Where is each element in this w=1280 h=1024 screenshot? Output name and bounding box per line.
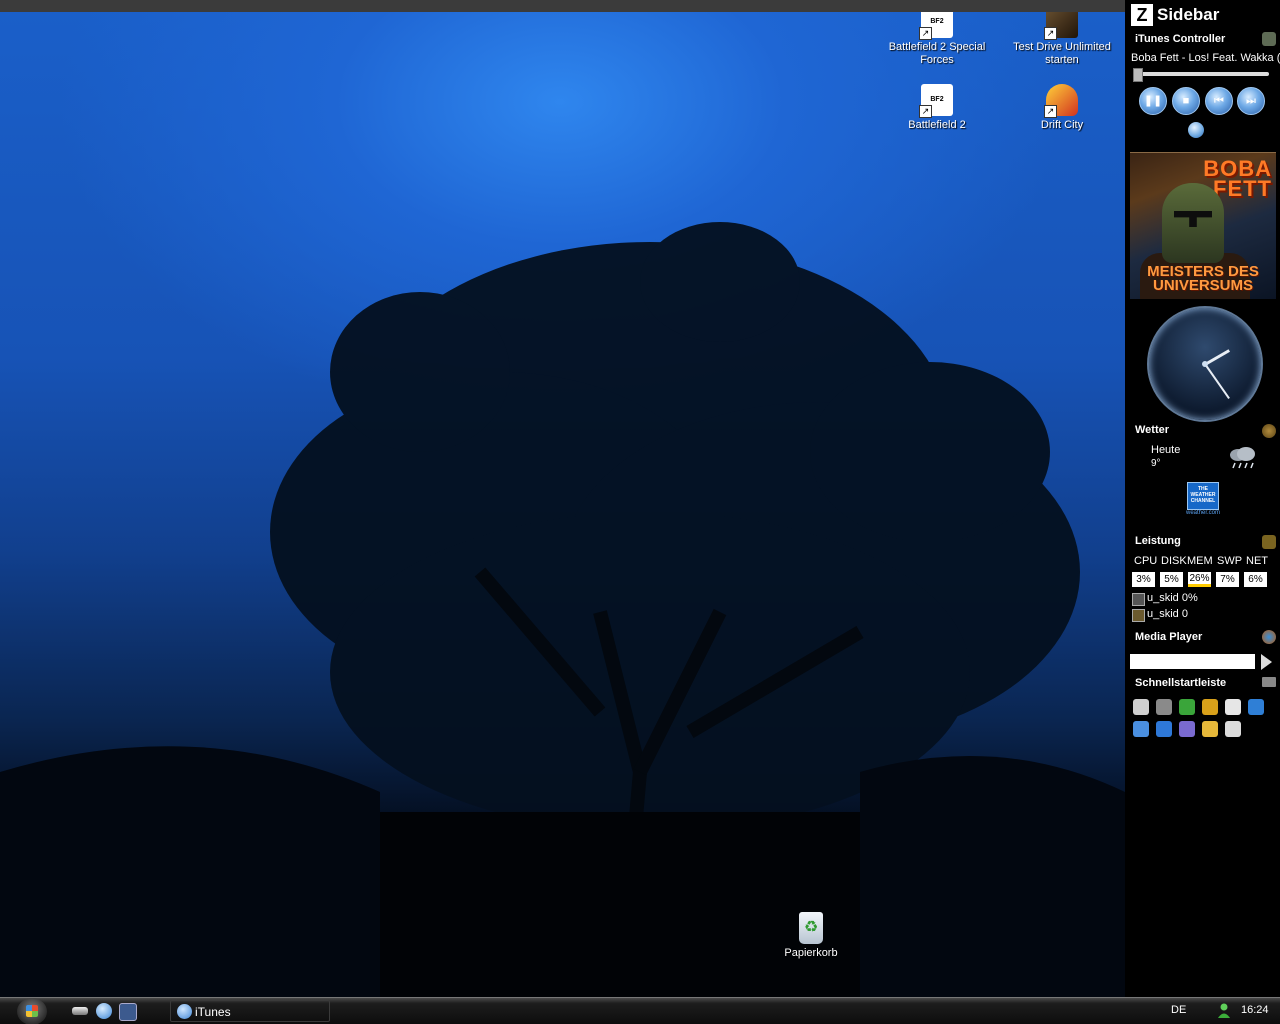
quicktime-icon[interactable] xyxy=(1156,721,1172,737)
media-player-icon[interactable] xyxy=(1202,721,1218,737)
perf-header-mem: MEM xyxy=(1187,555,1213,567)
weather-day: Heute xyxy=(1151,444,1181,456)
headphones-quicklaunch-icon[interactable] xyxy=(119,1003,137,1021)
show-desktop-icon[interactable] xyxy=(1133,699,1149,715)
headphones-icon[interactable] xyxy=(1179,721,1195,737)
album-art-bottom-text: MEISTERS DES UNIVERSUMS xyxy=(1147,263,1259,294)
desktop-icon-label: Battlefield 2 xyxy=(908,119,966,131)
media-player-play-icon[interactable] xyxy=(1261,654,1272,670)
perf-value-mem: 26% xyxy=(1188,572,1211,587)
bat-icon[interactable] xyxy=(1202,699,1218,715)
user-tray-icon[interactable] xyxy=(1218,1003,1230,1018)
perf-value-disk: 5% xyxy=(1160,572,1183,587)
desktop-icon-drift-city[interactable]: ↗ Drift City xyxy=(1010,84,1114,132)
process-cpu-top: u_skid 0% xyxy=(1147,592,1198,604)
process-disk-top: u_skid 0 xyxy=(1147,608,1188,620)
shortcut-arrow-icon: ↗ xyxy=(1044,27,1057,40)
battlefield-2-sf-icon: BF2 ↗ xyxy=(919,12,953,40)
desktop-icon-label: Papierkorb xyxy=(784,947,838,959)
weather-title: Wetter xyxy=(1135,424,1170,436)
disk-icon xyxy=(1132,609,1145,622)
perf-header-net: NET xyxy=(1246,555,1268,567)
sidebar-logo-icon: Z xyxy=(1131,4,1153,26)
recycle-bin-icon: ♻ xyxy=(799,912,823,944)
clock-center xyxy=(1202,361,1208,367)
wallpaper-tree xyxy=(0,222,1125,997)
perf-header-cpu: CPU xyxy=(1134,555,1158,567)
seek-handle[interactable] xyxy=(1133,68,1143,82)
itunes-track-title: Boba Fett - Los! Feat. Wakka (Remix) xyxy=(1131,52,1280,64)
drift-city-icon: ↗ xyxy=(1044,84,1078,118)
desktop-icon-battlefield-2[interactable]: BF2 ↗ Battlefield 2 xyxy=(885,84,989,132)
media-player-settings-icon[interactable] xyxy=(1262,630,1276,644)
desktop[interactable]: BF2 ↗ Battlefield 2 Special Forces ↗ Tes… xyxy=(0,12,1125,997)
rain-cloud-icon xyxy=(1230,447,1255,469)
performance-title: Leistung xyxy=(1135,535,1181,547)
weather-temperature: 9° xyxy=(1151,458,1161,469)
window-icon[interactable] xyxy=(1225,721,1241,737)
quicklaunch-settings-icon[interactable] xyxy=(1262,677,1276,687)
desktop-icon-battlefield-2-sf[interactable]: BF2 ↗ Battlefield 2 Special Forces xyxy=(885,12,989,67)
next-icon: ⏭ xyxy=(1246,95,1256,107)
start-button[interactable] xyxy=(17,998,47,1024)
taskbar: iTunes DE 16:24 xyxy=(0,997,1280,1024)
shortcut-arrow-icon: ↗ xyxy=(919,105,932,118)
desktop-icon-label: Battlefield 2 Special Forces xyxy=(888,41,986,66)
language-indicator[interactable]: DE xyxy=(1171,1004,1186,1016)
sidebar-header[interactable]: Z Sidebar xyxy=(1131,4,1219,26)
clock-time[interactable]: 16:24 xyxy=(1241,1004,1269,1016)
itunes-icon xyxy=(177,1004,192,1019)
desktop-icon-recycle-bin[interactable]: ♻ Papierkorb xyxy=(759,912,863,960)
perf-value-net: 6% xyxy=(1244,572,1267,587)
battlefield-2-icon: BF2 ↗ xyxy=(919,84,953,118)
quicklaunch-title: Schnellstartleiste xyxy=(1135,677,1227,689)
weather-settings-icon[interactable] xyxy=(1262,424,1276,438)
itunes-quicklaunch-icon[interactable] xyxy=(96,1003,112,1019)
media-player-progress[interactable] xyxy=(1130,654,1255,669)
pause-button[interactable]: ❚❚ xyxy=(1139,87,1167,115)
rocket-icon[interactable] xyxy=(1156,699,1172,715)
clock-minute-hand xyxy=(1204,363,1230,399)
sidebar-title: Sidebar xyxy=(1157,5,1220,24)
itunes-controller-title: iTunes Controller xyxy=(1135,33,1226,45)
taskbar-button-itunes[interactable]: iTunes xyxy=(170,1000,330,1022)
stop-icon: ■ xyxy=(1182,95,1190,107)
weather-url[interactable]: weather.com xyxy=(1181,510,1225,516)
show-desktop-icon[interactable] xyxy=(72,1007,88,1015)
shortcut-arrow-icon: ↗ xyxy=(919,27,932,40)
previous-icon: ⏮ xyxy=(1214,95,1224,107)
desktop-icon-test-drive-unlimited[interactable]: ↗ Test Drive Unlimited starten xyxy=(1010,12,1114,67)
album-art: BOBA FETT MEISTERS DES UNIVERSUMS xyxy=(1130,152,1276,299)
link-icon[interactable] xyxy=(1225,699,1241,715)
itunes-settings-icon[interactable] xyxy=(1262,32,1276,46)
test-drive-unlimited-icon: ↗ xyxy=(1044,12,1078,40)
next-button[interactable]: ⏭ xyxy=(1237,87,1265,115)
desktop-icon-label: Test Drive Unlimited starten xyxy=(1013,41,1111,66)
info-icon[interactable] xyxy=(1179,699,1195,715)
analog-clock xyxy=(1147,306,1263,422)
internet-explorer-icon[interactable] xyxy=(1248,699,1264,715)
media-player-title: Media Player xyxy=(1135,631,1203,643)
perf-value-swp: 7% xyxy=(1216,572,1239,587)
taskbar-button-label: iTunes xyxy=(195,1005,231,1019)
performance-settings-icon[interactable] xyxy=(1262,535,1276,549)
windows-logo-icon xyxy=(26,1005,38,1017)
sidebar: Z Sidebar iTunes Controller Boba Fett - … xyxy=(1125,0,1280,997)
weather-channel-logo[interactable]: THE WEATHER CHANNEL xyxy=(1187,482,1219,510)
perf-value-cpu: 3% xyxy=(1132,572,1155,587)
itunes-icon[interactable] xyxy=(1133,721,1149,737)
volume-knob[interactable] xyxy=(1188,122,1204,138)
perf-header-disk: DISK xyxy=(1161,555,1187,567)
itunes-seek-bar[interactable] xyxy=(1133,68,1269,82)
clock-hour-hand xyxy=(1204,349,1230,366)
process-monitor-icon xyxy=(1132,593,1145,606)
perf-header-swp: SWP xyxy=(1217,555,1243,567)
shortcut-arrow-icon: ↗ xyxy=(1044,105,1057,118)
pause-icon: ❚❚ xyxy=(1143,95,1163,107)
top-strip xyxy=(0,0,1280,12)
previous-button[interactable]: ⏮ xyxy=(1205,87,1233,115)
stop-button[interactable]: ■ xyxy=(1172,87,1200,115)
desktop-icon-label: Drift City xyxy=(1040,119,1084,131)
